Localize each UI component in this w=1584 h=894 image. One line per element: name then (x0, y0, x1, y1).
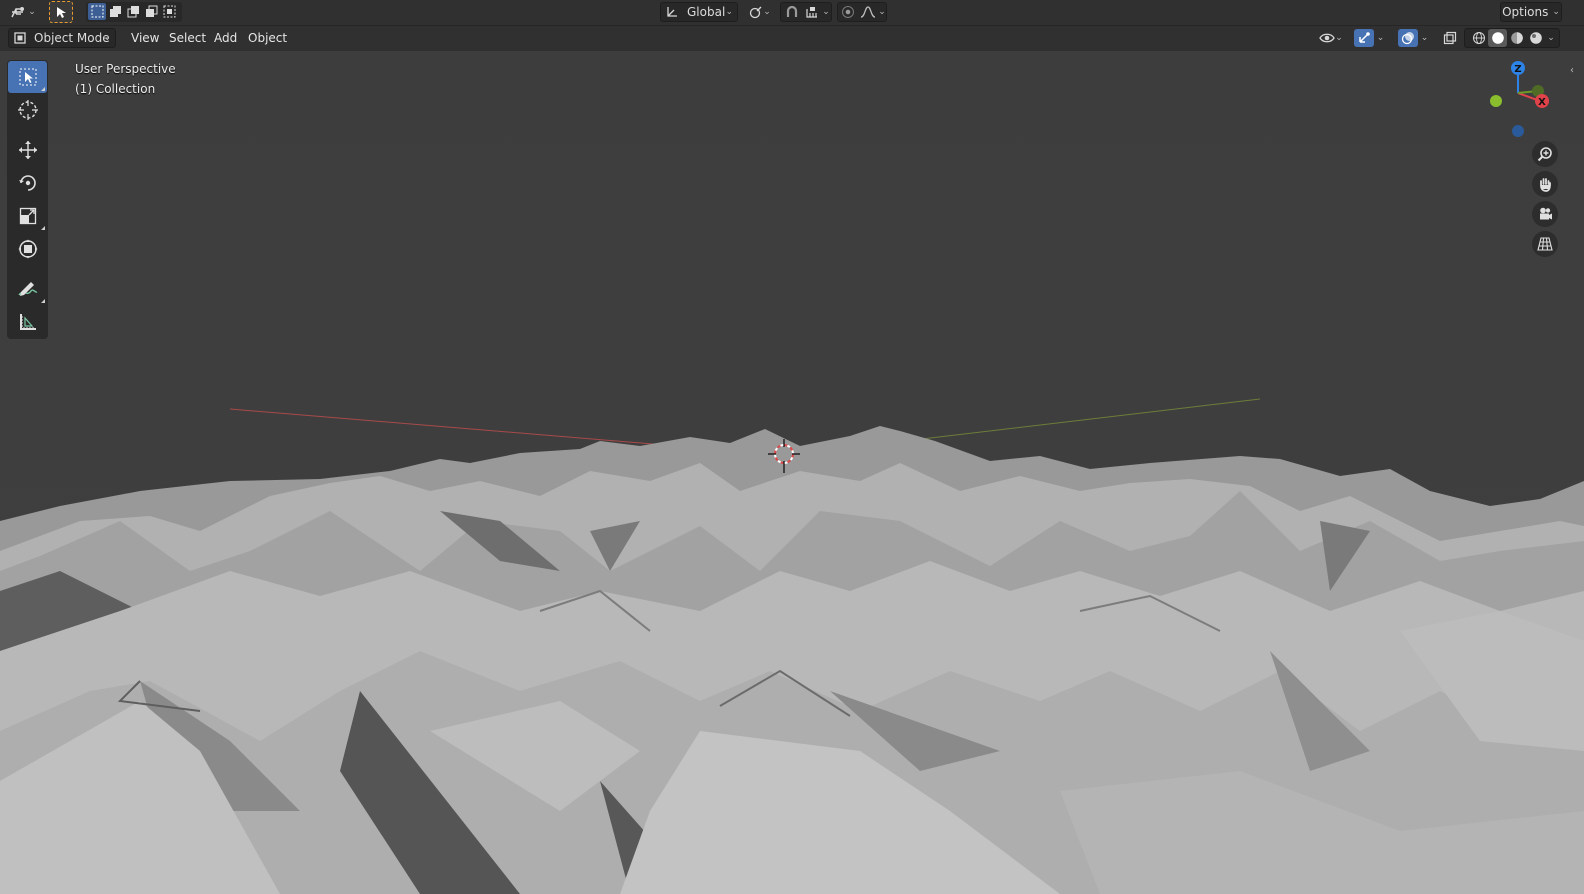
selection-mode-group (86, 2, 182, 22)
perspective-grid-icon (1537, 237, 1553, 251)
snap-target-dropdown[interactable] (802, 5, 822, 19)
tool-cursor[interactable] (8, 94, 47, 126)
select-new-icon (91, 5, 103, 18)
viewport-info: User Perspective (1) Collection (75, 59, 176, 99)
select-subtract-icon (127, 6, 139, 18)
snapping-group: ⌄ (780, 2, 832, 22)
magnet-icon (787, 5, 798, 17)
wireframe-sphere-icon (1472, 32, 1485, 44)
cursor-arrow-icon (57, 6, 66, 18)
menu-object[interactable]: Object (241, 29, 294, 48)
menu-view[interactable]: View (124, 29, 166, 48)
tool-annotate[interactable] (8, 273, 47, 305)
eye-icon (1319, 33, 1335, 43)
move-icon (18, 141, 37, 159)
snap-increment-icon (806, 7, 818, 18)
select-invert-button[interactable] (142, 3, 160, 20)
pivot-point-dropdown[interactable]: ⌄ (746, 2, 774, 22)
gizmo-z-label: Z (1514, 64, 1521, 75)
select-extend-button[interactable] (106, 3, 124, 20)
mode-label: Object Mode (34, 31, 110, 45)
perspective-label: User Perspective (75, 62, 176, 76)
tool-variants-indicator (41, 226, 45, 230)
shading-rendered[interactable] (1526, 31, 1545, 45)
proportional-editing-group: ⌄ (837, 2, 887, 22)
tool-rotate[interactable] (8, 167, 47, 199)
select-intersect-button[interactable] (160, 3, 178, 20)
gizmo-toggle[interactable] (1353, 29, 1374, 47)
annotate-pencil-icon (17, 282, 37, 296)
sidebar-toggle-icon[interactable]: ‹ (1570, 65, 1584, 81)
camera-view-button[interactable] (1532, 201, 1558, 227)
editor-type-icon (11, 7, 25, 18)
3d-viewport[interactable]: User Perspective (1) Collection Z X ‹ (0, 51, 1584, 894)
overlay-toggle-group: ⌄ (1394, 28, 1432, 48)
visibility-dropdown[interactable]: ⌄ (1316, 28, 1346, 48)
tool-variants-indicator (41, 299, 45, 303)
select-subtract-button[interactable] (124, 3, 142, 20)
collection-label: (1) Collection (75, 82, 156, 96)
gizmo-y-negative[interactable] (1490, 95, 1502, 107)
gizmo-icon (1358, 32, 1370, 43)
active-tool-button[interactable] (49, 1, 73, 23)
zoom-icon (1537, 147, 1552, 162)
menu-select[interactable]: Select (162, 29, 213, 48)
tool-transform[interactable] (8, 233, 47, 265)
gizmo-z-negative[interactable] (1512, 125, 1524, 137)
perspective-toggle-button[interactable] (1532, 231, 1558, 257)
select-invert-icon (145, 5, 157, 17)
pivot-point-icon (750, 6, 762, 19)
falloff-dropdown[interactable] (858, 5, 878, 19)
tool-header: ⌄ Global ⌄ ⌄ ⌄ ⌄ Options ⌄ (0, 0, 1584, 26)
select-intersect-icon (163, 5, 175, 18)
tool-move[interactable] (8, 134, 47, 166)
solid-sphere-icon (1491, 32, 1504, 44)
mode-dropdown[interactable]: Object Mode ⌄ (8, 28, 116, 48)
camera-icon (1540, 207, 1552, 220)
pan-button[interactable] (1532, 171, 1558, 197)
select-new-button[interactable] (88, 3, 106, 20)
tool-shelf (7, 60, 48, 339)
shading-group: ⌄ (1464, 28, 1560, 48)
viewport-header: Object Mode ⌄ View Select Add Object ⌄ ⌄… (0, 26, 1584, 51)
editor-type-button[interactable]: ⌄ (6, 2, 40, 22)
shading-solid[interactable] (1488, 29, 1508, 47)
options-dropdown[interactable]: Options ⌄ (1500, 2, 1562, 22)
tool-select-box[interactable] (8, 61, 47, 93)
cursor-icon (17, 100, 38, 120)
snap-toggle[interactable] (782, 5, 802, 19)
xray-toggle[interactable] (1440, 28, 1460, 48)
falloff-curve-icon (861, 6, 876, 18)
scale-icon (19, 207, 36, 225)
shading-wireframe[interactable] (1469, 31, 1488, 45)
overlay-icon (1401, 32, 1414, 45)
transform-icon (18, 239, 37, 259)
select-extend-icon (109, 6, 121, 17)
xray-icon (1443, 31, 1457, 45)
object-mode-icon (14, 32, 26, 44)
gizmo-toggle-group: ⌄ (1350, 28, 1388, 48)
proportional-editing-icon (842, 6, 855, 18)
options-label: Options (1502, 5, 1549, 19)
navigation-gizmo[interactable]: Z X (1484, 59, 1554, 139)
proportional-editing-toggle[interactable] (838, 5, 858, 19)
rendered-sphere-icon (1529, 32, 1542, 44)
tool-variants-indicator (41, 87, 45, 91)
hand-icon (1540, 178, 1551, 192)
tool-scale[interactable] (8, 200, 47, 232)
menu-add[interactable]: Add (207, 29, 244, 48)
orientation-axes-icon (667, 7, 677, 17)
shading-material[interactable] (1507, 31, 1526, 45)
transform-orientation-label: Global (687, 5, 726, 19)
select-box-icon (19, 68, 36, 86)
terrain-mesh (0, 51, 1584, 894)
gizmo-x-label: X (1538, 97, 1546, 108)
tool-measure[interactable] (8, 306, 47, 338)
rotate-icon (18, 175, 36, 191)
zoom-button[interactable] (1532, 141, 1558, 167)
overlay-toggle[interactable] (1397, 29, 1418, 47)
transform-orientation-dropdown[interactable]: Global ⌄ (660, 2, 738, 22)
material-sphere-icon (1510, 32, 1523, 44)
measure-ruler-icon (19, 314, 36, 330)
